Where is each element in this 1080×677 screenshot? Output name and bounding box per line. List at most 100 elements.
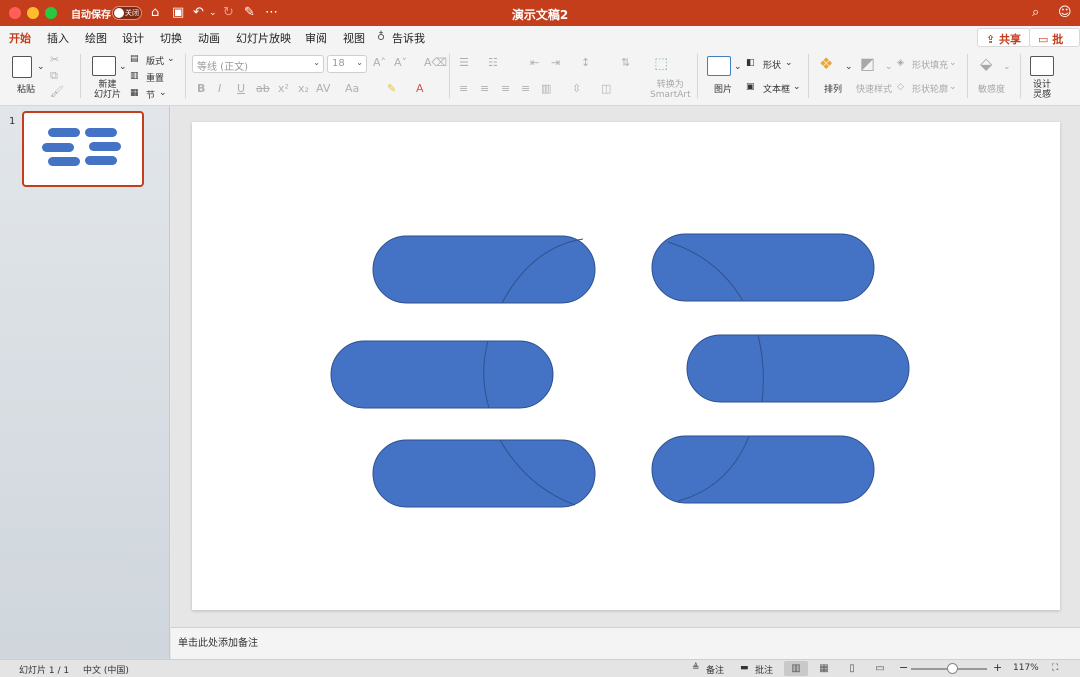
paste-chevron-icon[interactable]: ⌄ xyxy=(37,62,45,72)
rounded-shape-4[interactable] xyxy=(686,334,910,403)
smartart-icon[interactable]: ⬚ xyxy=(654,54,668,72)
slide-thumbnail-panel[interactable]: 1 xyxy=(0,106,170,659)
language-indicator[interactable]: 中文 (中国) xyxy=(83,663,129,676)
align-left-icon[interactable]: ≡ xyxy=(459,82,468,95)
arrange-label[interactable]: 排列 xyxy=(824,82,842,95)
arrange-chevron-icon[interactable]: ⌄ xyxy=(845,62,853,72)
comments-button[interactable]: ▭ 批注 xyxy=(1029,28,1080,62)
comments-toggle-icon[interactable]: ▬ xyxy=(740,663,749,673)
increase-indent-icon[interactable]: ⇥ xyxy=(551,56,560,69)
increase-font-icon[interactable]: A˄ xyxy=(373,56,386,69)
section-chevron-icon[interactable]: ⌄ xyxy=(159,88,167,98)
convert-smartart-button[interactable]: 转换为 SmartArt xyxy=(650,80,691,100)
zoom-out-icon[interactable]: − xyxy=(899,661,908,674)
sensitivity-chevron-icon[interactable]: ⌄ xyxy=(1003,62,1011,72)
arrange-icon[interactable]: ❖ xyxy=(819,54,833,73)
tab-insert[interactable]: 插入 xyxy=(47,30,69,46)
underline-icon[interactable]: U xyxy=(237,82,245,95)
reset-button[interactable]: 重置 xyxy=(146,71,164,84)
section-icon[interactable]: ▦ xyxy=(130,88,139,98)
maximize-window-button[interactable] xyxy=(45,7,57,19)
rounded-shape-5[interactable] xyxy=(372,439,596,508)
highlight-icon[interactable]: ✎ xyxy=(387,82,396,95)
shape-fill-chevron-icon[interactable]: ⌄ xyxy=(949,58,957,68)
font-color-icon[interactable]: A xyxy=(416,82,424,95)
tab-design[interactable]: 设计 xyxy=(122,30,144,46)
shape-chevron-icon[interactable]: ⌄ xyxy=(785,58,793,68)
font-name-select[interactable]: 等线 (正文) ⌄ xyxy=(192,55,324,73)
decrease-indent-icon[interactable]: ⇤ xyxy=(530,56,539,69)
new-slide-label[interactable]: 新建 幻灯片 xyxy=(94,80,121,100)
cut-icon[interactable]: ✂ xyxy=(50,53,59,66)
shape-fill-button[interactable]: 形状填充 xyxy=(912,58,948,71)
align-right-icon[interactable]: ≡ xyxy=(501,82,510,95)
more-icon[interactable]: ⋯ xyxy=(265,5,278,21)
text-direction-icon[interactable]: ⇅ xyxy=(621,56,630,69)
paste-icon[interactable] xyxy=(12,56,32,78)
normal-view-icon[interactable]: ▥ xyxy=(784,661,808,676)
rounded-shape-3[interactable] xyxy=(330,340,554,409)
tab-animations[interactable]: 动画 xyxy=(198,30,220,46)
sensitivity-icon[interactable]: ⬙ xyxy=(980,54,992,73)
quick-styles-chevron-icon[interactable]: ⌄ xyxy=(885,62,893,72)
italic-icon[interactable]: I xyxy=(218,82,221,95)
textbox-chevron-icon[interactable]: ⌄ xyxy=(793,82,801,92)
zoom-in-icon[interactable]: + xyxy=(993,661,1002,674)
tell-me-search[interactable]: 告诉我 xyxy=(392,30,425,46)
shape-outline-chevron-icon[interactable]: ⌄ xyxy=(949,82,957,92)
tab-review[interactable]: 审阅 xyxy=(305,30,327,46)
tab-view[interactable]: 视图 xyxy=(343,30,365,46)
textbox-button[interactable]: 文本框 xyxy=(763,82,790,95)
notes-toggle-button[interactable]: 备注 xyxy=(706,663,724,676)
notes-toggle-icon[interactable]: ≜ xyxy=(692,663,700,673)
strikethrough-icon[interactable]: ab xyxy=(256,82,270,95)
tab-home[interactable]: 开始 xyxy=(9,30,31,50)
tab-slideshow[interactable]: 幻灯片放映 xyxy=(236,30,291,46)
line-spacing-icon[interactable]: ↕ xyxy=(581,56,590,69)
new-slide-icon[interactable] xyxy=(92,56,116,76)
zoom-slider-handle[interactable] xyxy=(947,663,958,674)
save-icon[interactable]: ▣ xyxy=(172,5,184,21)
undo-chevron-icon[interactable]: ⌄ xyxy=(209,5,217,21)
textbox-icon[interactable]: ▣ xyxy=(746,82,755,92)
quick-styles-icon[interactable]: ◩ xyxy=(860,54,875,73)
picture-label[interactable]: 图片 xyxy=(714,82,732,95)
superscript-icon[interactable]: x² xyxy=(278,82,289,95)
font-size-select[interactable]: 18 ⌄ xyxy=(327,55,367,73)
shape-outline-button[interactable]: 形状轮廓 xyxy=(912,82,948,95)
paste-label[interactable]: 粘贴 xyxy=(17,82,35,95)
justify-icon[interactable]: ≡ xyxy=(521,82,530,95)
smiley-feedback-icon[interactable]: ☺ xyxy=(1058,5,1072,21)
fit-to-window-icon[interactable]: ⛶ xyxy=(1052,663,1058,673)
numbering-icon[interactable]: ☷ xyxy=(488,56,498,69)
tab-draw[interactable]: 绘图 xyxy=(85,30,107,46)
notes-pane[interactable]: 单击此处添加备注 xyxy=(171,627,1080,659)
section-button[interactable]: 节 xyxy=(146,88,155,101)
copy-icon[interactable]: ⧉ xyxy=(50,69,58,83)
rounded-shape-1[interactable] xyxy=(372,235,596,304)
smartart-graphic-icon[interactable]: ◫ xyxy=(601,82,611,95)
reset-icon[interactable]: ▥ xyxy=(130,71,139,81)
align-center-icon[interactable]: ≡ xyxy=(480,82,489,95)
shape-outline-icon[interactable]: ◇ xyxy=(897,82,904,92)
autosave-toggle[interactable]: 关闭 xyxy=(112,6,142,20)
home-icon[interactable]: ⌂ xyxy=(151,5,159,21)
designer-icon[interactable] xyxy=(1030,56,1054,76)
slide-1[interactable] xyxy=(192,122,1060,610)
layout-button[interactable]: 版式 xyxy=(146,54,164,67)
align-text-icon[interactable]: ⇳ xyxy=(572,82,581,95)
clear-formatting-icon[interactable]: A⌫ xyxy=(424,56,447,69)
quick-styles-label[interactable]: 快速样式 xyxy=(856,82,892,95)
shape-icon[interactable]: ◧ xyxy=(746,58,755,68)
close-window-button[interactable] xyxy=(9,7,21,19)
decrease-font-icon[interactable]: A˅ xyxy=(394,56,407,69)
new-slide-chevron-icon[interactable]: ⌄ xyxy=(119,62,127,72)
designer-label[interactable]: 设计 灵感 xyxy=(1033,80,1051,100)
minimize-window-button[interactable] xyxy=(27,7,39,19)
sensitivity-label[interactable]: 敏感度 xyxy=(978,82,1005,95)
rounded-shape-6[interactable] xyxy=(651,435,875,504)
comments-toggle-button[interactable]: 批注 xyxy=(755,663,773,676)
shape-button[interactable]: 形状 xyxy=(763,58,781,71)
bullets-icon[interactable]: ☰ xyxy=(459,56,469,69)
slideshow-view-icon[interactable]: ▭ xyxy=(868,661,892,676)
